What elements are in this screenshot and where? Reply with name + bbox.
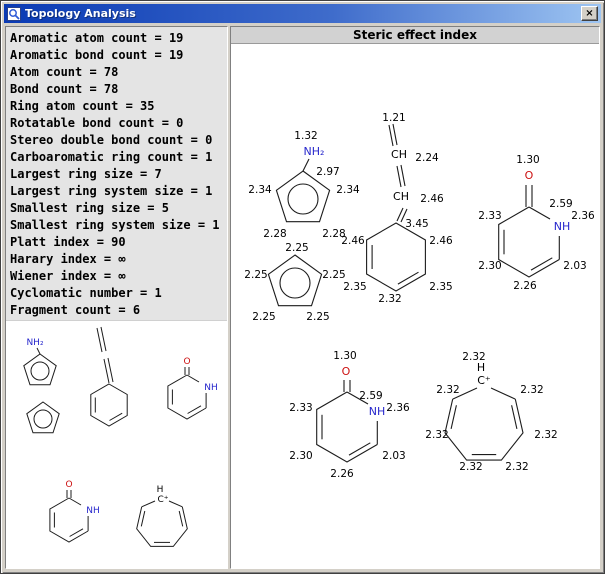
steric-value: 2.59: [549, 198, 572, 210]
steric-value: 1.21: [382, 112, 405, 124]
steric-value: 2.46: [341, 235, 365, 247]
topology-analysis-window: Topology Analysis × Aromatic atom count …: [0, 0, 605, 574]
steric-value: 2.34: [248, 184, 272, 196]
steric-value: 2.35: [343, 281, 366, 293]
nh2-atom-label: NH₂: [304, 145, 325, 158]
steric-value: 2.32: [425, 429, 448, 441]
stat-line: Aromatic bond count = 19: [10, 47, 225, 64]
steric-value: 2.03: [563, 260, 586, 272]
window-icon[interactable]: [7, 7, 21, 21]
stat-line: Platt index = 90: [10, 234, 225, 251]
stat-line: Wiener index = ∞: [10, 268, 225, 285]
o-atom-label: O: [342, 365, 351, 378]
steric-value: 2.46: [420, 193, 444, 205]
steric-panel-header: Steric effect index: [231, 27, 599, 44]
stat-line: Largest ring system size = 1: [10, 183, 225, 200]
topology-stats-list: Aromatic atom count = 19 Aromatic bond c…: [6, 27, 227, 321]
stat-line: Largest ring size = 7: [10, 166, 225, 183]
thumb-aminocyclopentadiene: NH₂: [24, 338, 56, 385]
steric-value: 2.32: [520, 384, 543, 396]
stat-line: Stereo double bond count = 0: [10, 132, 225, 149]
stat-line: Smallest ring system size = 1: [10, 217, 225, 234]
o-atom-label: O: [183, 357, 190, 367]
steric-value: 2.25: [285, 242, 308, 254]
nh2-atom-label: NH₂: [26, 338, 44, 348]
molecule-thumbnails-canvas: NH₂: [6, 322, 227, 569]
steric-value: 2.32: [505, 461, 528, 473]
steric-value: 2.03: [382, 450, 405, 462]
title-bar[interactable]: Topology Analysis ×: [4, 4, 601, 23]
steric-value: 2.32: [459, 461, 482, 473]
steric-value: 2.97: [316, 166, 339, 178]
steric-value: 2.36: [386, 402, 410, 414]
h-atom-label: H: [157, 485, 164, 495]
molecule-cyclopentadienyl-annotated: 2.25 2.25 2.25 2.25 2.25: [244, 242, 345, 323]
molecule-thumbnails: NH₂: [6, 322, 227, 568]
c-plus-atom-label: C⁺: [477, 374, 491, 387]
steric-value: 2.32: [436, 384, 459, 396]
window-title: Topology Analysis: [25, 7, 581, 20]
steric-value: 1.30: [333, 350, 356, 362]
stat-line: Smallest ring size = 5: [10, 200, 225, 217]
thumb-cumulene: [91, 327, 127, 426]
stat-line: Ring atom count = 35: [10, 98, 225, 115]
c-plus-atom-label: C⁺: [157, 495, 168, 505]
steric-effect-panel: Steric effect index 1.32 NH₂ 2.97 2.34 2…: [230, 26, 600, 569]
topology-results-panel: Aromatic atom count = 19 Aromatic bond c…: [5, 26, 228, 569]
o-atom-label: O: [65, 480, 72, 490]
steric-value: 2.24: [415, 152, 439, 164]
molecule-pyridinone-annotated-2: 1.30 O 2.59 NH 2.36 2.33 2.30 2.03 2.26: [289, 350, 410, 480]
stat-line: Aromatic atom count = 19: [10, 30, 225, 47]
molecule-aminocyclopentadiene-annotated: 1.32 NH₂ 2.97 2.34 2.34 2.28 2.28: [248, 130, 360, 240]
nh-atom-label: NH: [369, 405, 386, 418]
ch-atom-label: CH: [393, 190, 409, 203]
steric-value: 2.26: [513, 280, 537, 292]
close-button[interactable]: ×: [581, 6, 598, 21]
steric-value: 1.32: [294, 130, 317, 142]
stat-line: Cyclomatic number = 1: [10, 285, 225, 302]
stat-line: Rotatable bond count = 0: [10, 115, 225, 132]
stat-line: Atom count = 78: [10, 64, 225, 81]
thumb-tropylium: H C⁺: [137, 485, 188, 546]
steric-value: 2.36: [571, 210, 595, 222]
steric-value: 2.25: [244, 269, 267, 281]
molecule-tropylium-annotated: 2.32 H C⁺ 2.32 2.32 2.32 2.32 2.32 2.32: [425, 351, 557, 473]
steric-value: 2.33: [478, 210, 501, 222]
steric-value: 2.30: [289, 450, 312, 462]
h-atom-label: H: [477, 361, 485, 374]
steric-value: 2.32: [534, 429, 557, 441]
thumb-pyridinone-1: O NH: [168, 357, 218, 419]
molecule-cumulene-annotated: 1.21 CH 2.24 CH 2.46 3.45 2.46 2.46 2.35…: [341, 112, 453, 305]
steric-value: 2.25: [306, 311, 329, 323]
stat-line: Bond count = 78: [10, 81, 225, 98]
stat-line: Fragment count = 6: [10, 302, 225, 319]
molecule-pyridinone-annotated-1: 1.30 O 2.59 NH 2.36 2.33 2.30 2.03 2.26: [478, 154, 595, 292]
steric-value: 2.59: [359, 390, 382, 402]
steric-value: 2.35: [429, 281, 452, 293]
thumb-cyclopentadienyl: [27, 402, 59, 433]
steric-value: 2.28: [263, 228, 286, 240]
ch-atom-label: CH: [391, 148, 407, 161]
nh-atom-label: NH: [204, 383, 218, 393]
stat-line: Harary index = ∞: [10, 251, 225, 268]
nh-atom-label: NH: [554, 220, 571, 233]
stat-line: Carboaromatic ring count = 1: [10, 149, 225, 166]
steric-value: 2.33: [289, 402, 312, 414]
steric-value: 2.34: [336, 184, 360, 196]
steric-index-canvas: 1.32 NH₂ 2.97 2.34 2.34 2.28 2.28 2.25 2…: [231, 44, 600, 568]
nh-atom-label: NH: [86, 506, 100, 516]
steric-value: 2.26: [330, 468, 354, 480]
steric-value: 3.45: [405, 218, 428, 230]
steric-value: 1.30: [516, 154, 539, 166]
steric-value: 2.30: [478, 260, 501, 272]
thumb-pyridinone-2: O NH: [50, 480, 100, 542]
steric-value: 2.46: [429, 235, 453, 247]
steric-value: 2.25: [252, 311, 275, 323]
steric-value: 2.25: [322, 269, 345, 281]
steric-value: 2.32: [378, 293, 401, 305]
o-atom-label: O: [525, 169, 534, 182]
